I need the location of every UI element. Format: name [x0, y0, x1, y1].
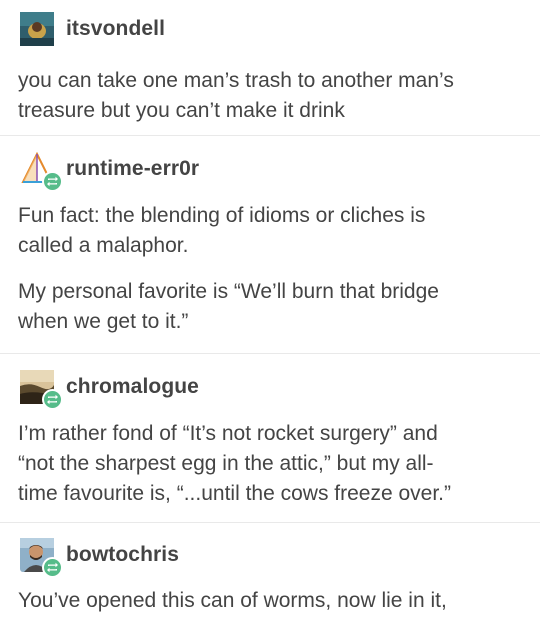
avatar-chromalogue[interactable] — [20, 370, 63, 410]
post-username[interactable]: runtime-err0r — [66, 157, 199, 181]
post-text-line: “not the sharpest egg in the attic,” but… — [18, 452, 434, 475]
post-header: bowtochris — [18, 538, 526, 578]
reblog-icon — [42, 171, 63, 192]
avatar-runtime-err0r[interactable] — [20, 152, 63, 192]
post-divider — [0, 522, 540, 523]
post-username[interactable]: itsvondell — [66, 17, 165, 41]
post-text-line: My personal favorite is “We’ll burn that… — [18, 280, 439, 303]
post-header: chromalogue — [18, 370, 526, 410]
post-text-line: treasure but you can’t make it drink — [18, 99, 345, 122]
post-header: itsvondell — [18, 12, 526, 46]
avatar-itsvondell[interactable] — [20, 12, 54, 46]
post-bowtochris: bowtochris You’ve opened this can of wor… — [0, 538, 540, 616]
post-text-line: when we get to it.” — [18, 310, 189, 333]
post-text-line: I’m rather fond of “It’s not rocket surg… — [18, 422, 438, 445]
post-text-line: time favourite is, “...until the cows fr… — [18, 482, 452, 505]
post-itsvondell: itsvondell you can take one man’s trash … — [0, 12, 540, 126]
post-divider — [0, 353, 540, 354]
reblog-icon — [42, 557, 63, 578]
post-text-line: called a malaphor. — [18, 234, 189, 257]
post-text-line: You’ve opened this can of worms, now lie… — [18, 589, 447, 612]
post-divider — [0, 135, 540, 136]
post-username[interactable]: chromalogue — [66, 375, 199, 399]
post-runtime-err0r: runtime-err0r Fun fact: the blending of … — [0, 152, 540, 337]
avatar-bowtochris[interactable] — [20, 538, 63, 578]
post-header: runtime-err0r — [18, 152, 526, 192]
post-text-line: you can take one man’s trash to another … — [18, 69, 454, 92]
reblog-icon — [42, 389, 63, 410]
post-username[interactable]: bowtochris — [66, 543, 179, 567]
post-text-line: Fun fact: the blending of idioms or clic… — [18, 204, 426, 227]
post-chromalogue: chromalogue I’m rather fond of “It’s not… — [0, 370, 540, 509]
